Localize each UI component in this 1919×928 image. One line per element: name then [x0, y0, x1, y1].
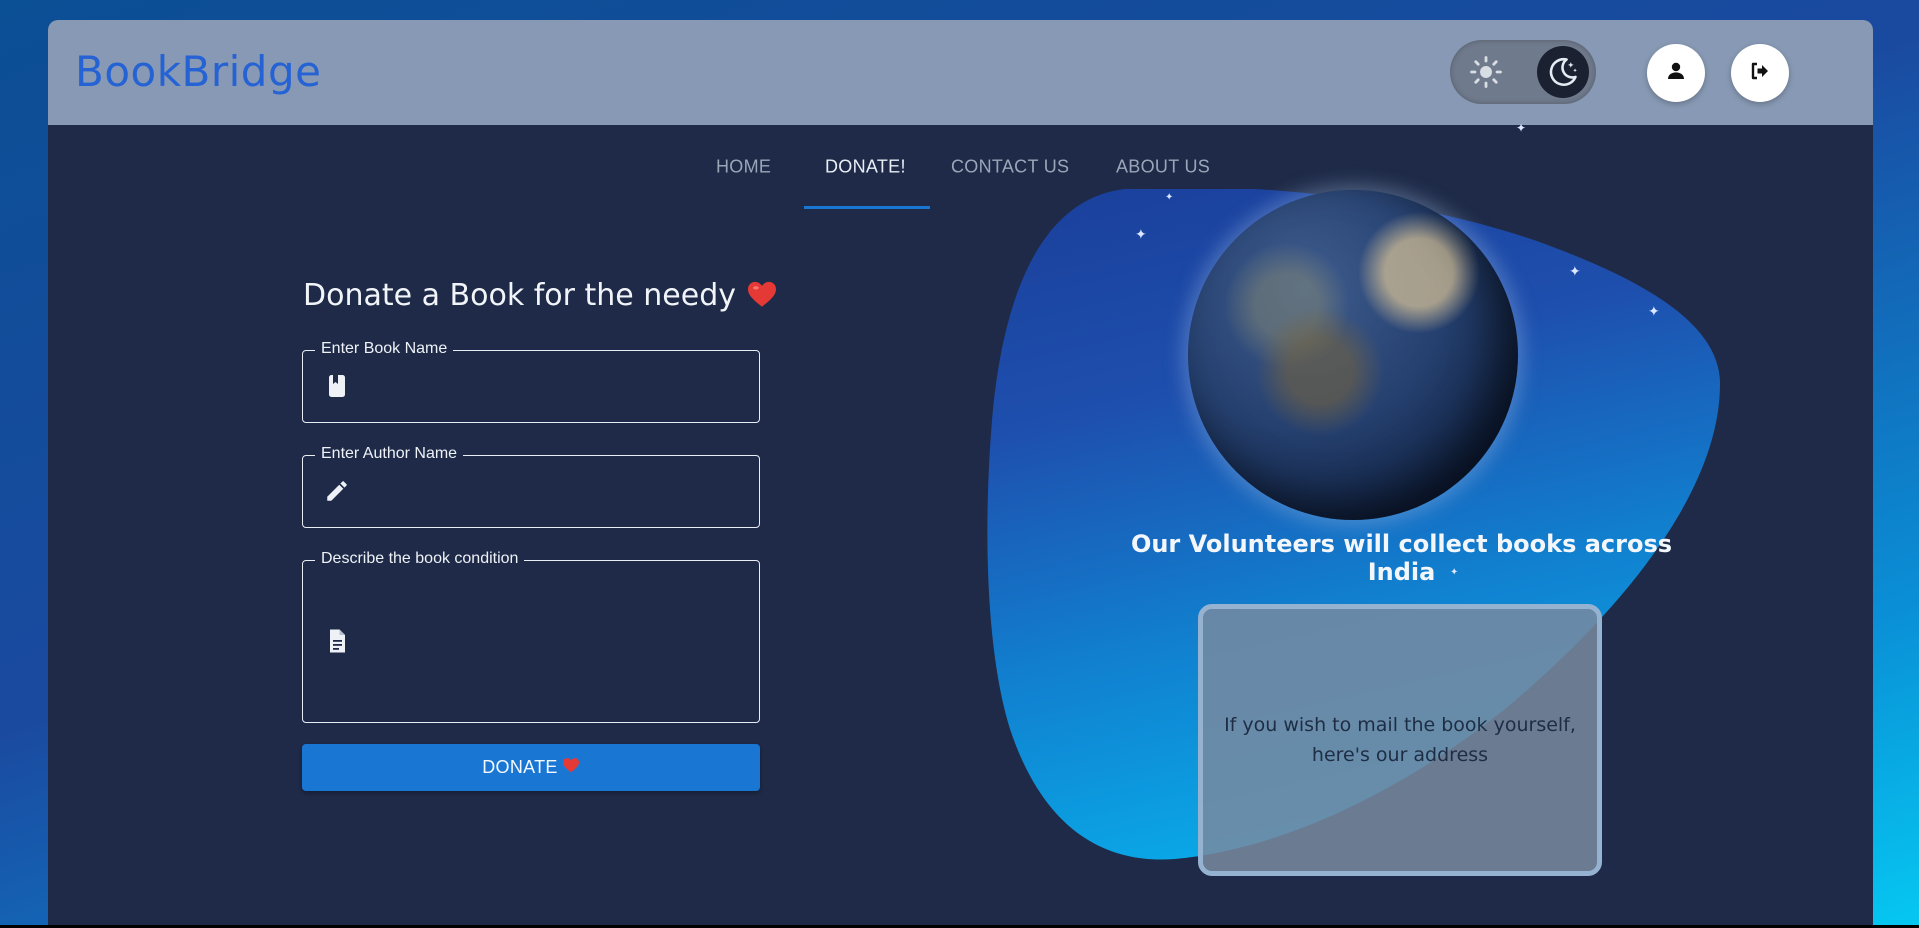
author-name-field[interactable]: Enter Author Name: [302, 445, 760, 528]
book-condition-input[interactable]: [365, 571, 747, 712]
book-name-label: Enter Book Name: [315, 340, 454, 358]
sun-icon[interactable]: [1464, 50, 1508, 94]
form-title: Donate a Book for the needy: [303, 278, 778, 313]
author-name-label: Enter Author Name: [315, 445, 464, 463]
app-window: BookBridge HOME DONATE! CONTACT US ABOUT…: [48, 20, 1873, 925]
heart-icon: [746, 278, 778, 313]
tab-contact-us[interactable]: CONTACT US: [951, 157, 1069, 178]
profile-button[interactable]: [1647, 44, 1705, 102]
book-condition-label: Describe the book condition: [315, 550, 525, 568]
author-name-input[interactable]: [365, 466, 747, 517]
sparkle-icon: ✦: [1569, 264, 1581, 280]
tab-home[interactable]: HOME: [716, 157, 771, 178]
book-icon: [323, 372, 351, 400]
donate-button[interactable]: DONATE: [302, 744, 760, 791]
sparkle-icon: ✦: [1516, 121, 1527, 135]
book-condition-field[interactable]: Describe the book condition: [302, 550, 760, 723]
tab-donate[interactable]: DONATE!: [825, 157, 906, 178]
logout-icon: [1748, 59, 1772, 87]
pencil-icon: [323, 477, 351, 505]
form-title-text: Donate a Book for the needy: [303, 278, 737, 313]
heart-icon: [562, 757, 580, 778]
earth-globe-image: [1188, 190, 1518, 520]
address-card: If you wish to mail the book yourself, h…: [1198, 604, 1602, 876]
moon-stars-icon[interactable]: [1537, 46, 1589, 98]
header-bar: BookBridge: [48, 20, 1873, 125]
volunteer-heading: Our Volunteers will collect books across…: [1130, 530, 1673, 586]
book-name-field[interactable]: Enter Book Name: [302, 340, 760, 423]
active-tab-indicator: [804, 206, 930, 209]
logout-button[interactable]: [1731, 44, 1789, 102]
document-icon: [323, 627, 351, 655]
user-icon: [1664, 59, 1688, 87]
book-name-input[interactable]: [365, 361, 747, 412]
theme-toggle[interactable]: [1450, 40, 1596, 104]
sparkle-icon: ✦: [1135, 227, 1147, 243]
tab-about-us[interactable]: ABOUT US: [1116, 157, 1210, 178]
address-text: If you wish to mail the book yourself, h…: [1224, 713, 1576, 766]
sparkle-icon: ✦: [1165, 192, 1174, 203]
app-logo[interactable]: BookBridge: [75, 47, 321, 96]
donate-button-label: DONATE: [482, 757, 558, 777]
sparkle-icon: ✦: [1648, 304, 1660, 320]
